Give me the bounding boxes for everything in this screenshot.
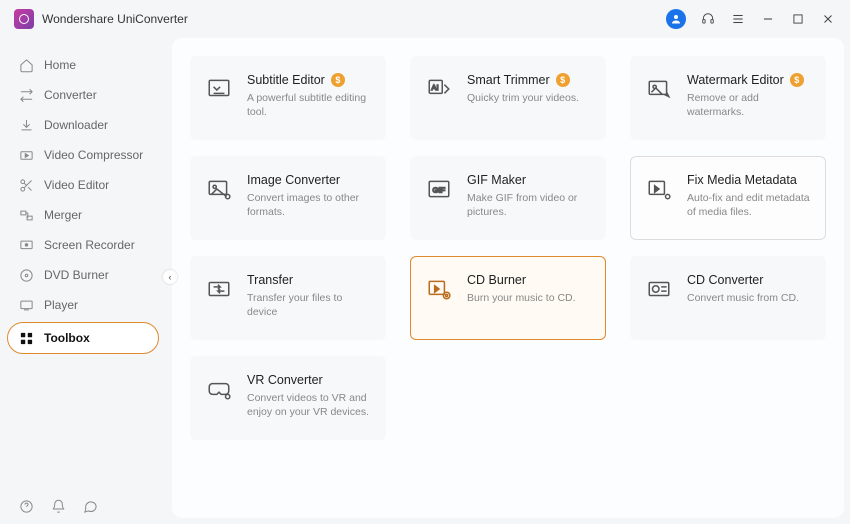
app-logo-icon: [14, 9, 34, 29]
tool-desc: Burn your music to CD.: [467, 291, 591, 305]
tool-subtitle-editor[interactable]: Subtitle Editor $ A powerful subtitle edi…: [190, 56, 386, 140]
tool-desc: Remove or add watermarks.: [687, 91, 811, 119]
maximize-icon[interactable]: [790, 11, 806, 27]
tool-title: Smart Trimmer: [467, 73, 550, 87]
tool-title: GIF Maker: [467, 173, 526, 187]
tool-title: Subtitle Editor: [247, 73, 325, 87]
compress-icon: [18, 147, 34, 163]
vr-icon: [205, 375, 233, 403]
sidebar-item-home[interactable]: Home: [0, 50, 170, 80]
minimize-icon[interactable]: [760, 11, 776, 27]
transfer-icon: [205, 275, 233, 303]
sidebar-item-toolbox[interactable]: Toolbox: [7, 322, 159, 354]
image-icon: [205, 175, 233, 203]
cd-burner-icon: [425, 275, 453, 303]
tool-title: Watermark Editor: [687, 73, 784, 87]
sidebar-item-label: Video Editor: [44, 178, 109, 192]
paid-badge: $: [556, 73, 570, 87]
cd-converter-icon: [645, 275, 673, 303]
tool-desc: Quicky trim your videos.: [467, 91, 591, 105]
svg-text:GIF: GIF: [433, 185, 446, 194]
tool-title: Fix Media Metadata: [687, 173, 797, 187]
chat-icon[interactable]: [82, 498, 98, 514]
menu-icon[interactable]: [730, 11, 746, 27]
metadata-icon: [645, 175, 673, 203]
tool-desc: Convert music from CD.: [687, 291, 811, 305]
tool-title: Transfer: [247, 273, 293, 287]
sidebar-item-dvd-burner[interactable]: DVD Burner: [0, 260, 170, 290]
sidebar-item-screen-recorder[interactable]: Screen Recorder: [0, 230, 170, 260]
home-icon: [18, 57, 34, 73]
subtitle-icon: [205, 75, 233, 103]
sidebar-item-label: Downloader: [44, 118, 108, 132]
sidebar-item-player[interactable]: Player: [0, 290, 170, 320]
sidebar-item-label: Screen Recorder: [44, 238, 135, 252]
main-panel: Subtitle Editor $ A powerful subtitle edi…: [172, 38, 844, 518]
tool-smart-trimmer[interactable]: AI Smart Trimmer $ Quicky trim your video…: [410, 56, 606, 140]
tool-desc: Convert videos to VR and enjoy on your V…: [247, 391, 371, 419]
bell-icon[interactable]: [50, 498, 66, 514]
tool-gif-maker[interactable]: GIF GIF Maker Make GIF from video or pic…: [410, 156, 606, 240]
record-icon: [18, 237, 34, 253]
tool-transfer[interactable]: Transfer Transfer your files to device: [190, 256, 386, 340]
app-title: Wondershare UniConverter: [42, 12, 188, 26]
headset-icon[interactable]: [700, 11, 716, 27]
svg-text:AI: AI: [431, 83, 438, 92]
sidebar-item-label: Video Compressor: [44, 148, 143, 162]
sidebar-item-label: Home: [44, 58, 76, 72]
tool-desc: Make GIF from video or pictures.: [467, 191, 591, 219]
watermark-icon: [645, 75, 673, 103]
titlebar-actions: [666, 9, 836, 29]
tool-image-converter[interactable]: Image Converter Convert images to other …: [190, 156, 386, 240]
titlebar: Wondershare UniConverter: [0, 0, 850, 38]
sidebar-collapse-handle[interactable]: ‹: [163, 270, 177, 284]
tool-cd-converter[interactable]: CD Converter Convert music from CD.: [630, 256, 826, 340]
download-icon: [18, 117, 34, 133]
merge-icon: [18, 207, 34, 223]
sidebar-item-label: DVD Burner: [44, 268, 109, 282]
user-account-icon[interactable]: [666, 9, 686, 29]
scissors-icon: [18, 177, 34, 193]
tool-watermark-editor[interactable]: Watermark Editor $ Remove or add watermar…: [630, 56, 826, 140]
help-icon[interactable]: [18, 498, 34, 514]
sidebar-item-video-compressor[interactable]: Video Compressor: [0, 140, 170, 170]
sidebar-item-converter[interactable]: Converter: [0, 80, 170, 110]
converter-icon: [18, 87, 34, 103]
sidebar-item-merger[interactable]: Merger: [0, 200, 170, 230]
tool-title: CD Burner: [467, 273, 526, 287]
gif-icon: GIF: [425, 175, 453, 203]
tool-desc: Convert images to other formats.: [247, 191, 371, 219]
tool-title: VR Converter: [247, 373, 323, 387]
sidebar: Home Converter Downloader Video Compress…: [0, 38, 170, 524]
trimmer-icon: AI: [425, 75, 453, 103]
tool-desc: Transfer your files to device: [247, 291, 371, 319]
paid-badge: $: [331, 73, 345, 87]
tool-vr-converter[interactable]: VR Converter Convert videos to VR and en…: [190, 356, 386, 440]
sidebar-item-label: Converter: [44, 88, 97, 102]
close-icon[interactable]: [820, 11, 836, 27]
sidebar-item-label: Toolbox: [44, 331, 90, 345]
tools-grid: Subtitle Editor $ A powerful subtitle edi…: [190, 56, 826, 440]
sidebar-item-label: Player: [44, 298, 78, 312]
sidebar-footer: [18, 498, 98, 514]
tool-title: Image Converter: [247, 173, 340, 187]
sidebar-item-label: Merger: [44, 208, 82, 222]
tool-fix-media-metadata[interactable]: Fix Media Metadata Auto-fix and edit met…: [630, 156, 826, 240]
tool-desc: Auto-fix and edit metadata of media file…: [687, 191, 811, 219]
tool-desc: A powerful subtitle editing tool.: [247, 91, 371, 119]
tool-cd-burner[interactable]: CD Burner Burn your music to CD.: [410, 256, 606, 340]
tool-title: CD Converter: [687, 273, 763, 287]
sidebar-item-downloader[interactable]: Downloader: [0, 110, 170, 140]
sidebar-item-video-editor[interactable]: Video Editor: [0, 170, 170, 200]
player-icon: [18, 297, 34, 313]
toolbox-icon: [18, 330, 34, 346]
paid-badge: $: [790, 73, 804, 87]
disc-icon: [18, 267, 34, 283]
